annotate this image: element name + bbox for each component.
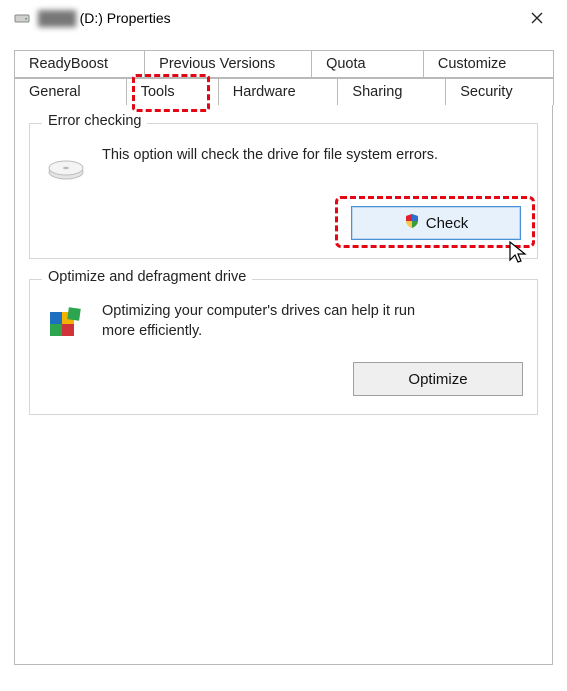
tab-readyboost[interactable]: ReadyBoost: [14, 50, 145, 78]
close-icon: [531, 12, 543, 24]
optimize-description: Optimizing your computer's drives can he…: [102, 302, 442, 341]
tab-quota[interactable]: Quota: [311, 50, 424, 78]
tab-hardware[interactable]: Hardware: [218, 78, 339, 105]
group-error-checking: Error checking This option will check th…: [29, 123, 538, 259]
group-optimize: Optimize and defragment drive Optimizing…: [29, 279, 538, 415]
drive-check-icon: [44, 146, 88, 190]
cursor-icon: [507, 240, 529, 271]
drive-icon: [14, 10, 30, 26]
defrag-icon: [44, 302, 88, 346]
check-button[interactable]: Check: [351, 206, 521, 240]
tab-panel-tools: Error checking This option will check th…: [14, 105, 553, 665]
tab-sharing[interactable]: Sharing: [337, 78, 446, 105]
tab-previous-versions[interactable]: Previous Versions: [144, 50, 312, 78]
tab-strip: ReadyBoost Previous Versions Quota Custo…: [14, 50, 553, 105]
window-title: ████ (D:) Properties: [38, 10, 517, 26]
uac-shield-icon: [404, 213, 420, 233]
group-legend: Optimize and defragment drive: [42, 269, 252, 285]
error-checking-description: This option will check the drive for fil…: [102, 146, 438, 166]
title-bar: ████ (D:) Properties: [0, 0, 567, 36]
close-button[interactable]: [517, 3, 557, 33]
group-legend: Error checking: [42, 113, 147, 129]
dialog-body: ReadyBoost Previous Versions Quota Custo…: [0, 36, 567, 679]
tab-security[interactable]: Security: [445, 78, 554, 105]
tab-general[interactable]: General: [14, 78, 127, 105]
tab-tools[interactable]: Tools: [126, 78, 219, 105]
optimize-button[interactable]: Optimize: [353, 362, 523, 396]
tab-customize[interactable]: Customize: [423, 50, 554, 78]
